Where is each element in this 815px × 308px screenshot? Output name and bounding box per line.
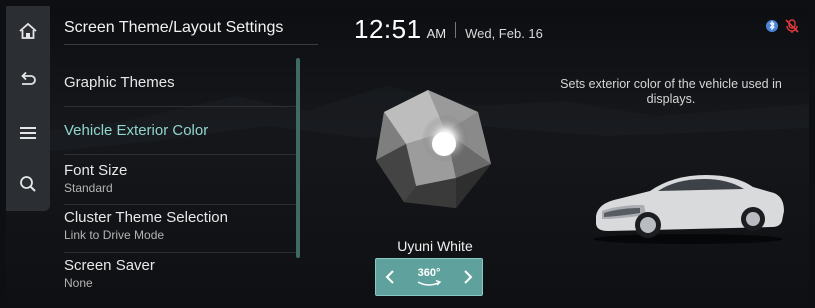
setting-description: Sets exterior color of the vehicle used … <box>560 77 782 106</box>
menu-divider <box>64 252 299 253</box>
bluetooth-voice-icon <box>766 20 778 32</box>
menu-item-vehicle-exterior-color[interactable]: Vehicle Exterior Color <box>64 122 299 139</box>
home-icon <box>19 22 37 39</box>
menu-item-screen-saver[interactable]: Screen Saver None <box>64 257 299 290</box>
status-icons <box>764 18 800 34</box>
menu-item-label: Graphic Themes <box>64 74 175 91</box>
back-button[interactable] <box>11 63 45 97</box>
search-icon <box>20 176 36 192</box>
title-divider <box>64 44 318 45</box>
back-icon <box>21 71 36 85</box>
menu-item-graphic-themes[interactable]: Graphic Themes <box>64 74 299 91</box>
screen: Screen Theme/Layout Settings 12:51 AM We… <box>6 6 809 302</box>
chevron-left-icon <box>385 270 394 284</box>
clock-ampm: AM <box>426 26 447 41</box>
next-color-button[interactable] <box>454 259 482 295</box>
menu-item-label: Vehicle Exterior Color <box>64 122 209 139</box>
scrollbar[interactable] <box>296 58 300 258</box>
rotate-control: 360° <box>375 258 483 296</box>
menu-icon <box>20 127 36 139</box>
menu-item-cluster-theme-selection[interactable]: Cluster Theme Selection Link to Drive Mo… <box>64 209 299 242</box>
menu-divider <box>64 204 299 205</box>
search-button[interactable] <box>11 167 45 201</box>
menu-item-font-size[interactable]: Font Size Standard <box>64 162 299 195</box>
menu-item-label: Screen Saver <box>64 257 155 274</box>
rotate-icon <box>417 279 442 286</box>
menu-divider <box>64 154 299 155</box>
clock: 12:51 AM Wed, Feb. 16 <box>354 14 543 45</box>
selected-color-name: Uyuni White <box>397 238 473 254</box>
side-rail <box>6 6 50 211</box>
menu-item-label: Cluster Theme Selection <box>64 209 228 226</box>
rotate-360-label: 360° <box>417 267 441 279</box>
scrollbar-thumb[interactable] <box>296 58 300 258</box>
mic-off-icon <box>785 19 799 33</box>
color-swatch-gem <box>376 90 491 208</box>
menu-item-label: Font Size <box>64 162 128 179</box>
clock-time: 12:51 <box>354 14 422 44</box>
clock-separator <box>455 21 457 38</box>
vehicle-preview-image <box>593 175 784 244</box>
menu-item-value: Link to Drive Mode <box>64 228 165 242</box>
prev-color-button[interactable] <box>376 259 404 295</box>
menu-item-value: None <box>64 276 93 290</box>
menu-item-value: Standard <box>64 181 113 195</box>
chevron-right-icon <box>464 270 473 284</box>
menu-button[interactable] <box>11 116 45 150</box>
clock-date: Wed, Feb. 16 <box>465 26 543 41</box>
rotate-360-button[interactable]: 360° <box>416 267 442 287</box>
home-button[interactable] <box>11 14 45 48</box>
menu-divider <box>64 106 299 107</box>
page-title: Screen Theme/Layout Settings <box>64 19 284 36</box>
